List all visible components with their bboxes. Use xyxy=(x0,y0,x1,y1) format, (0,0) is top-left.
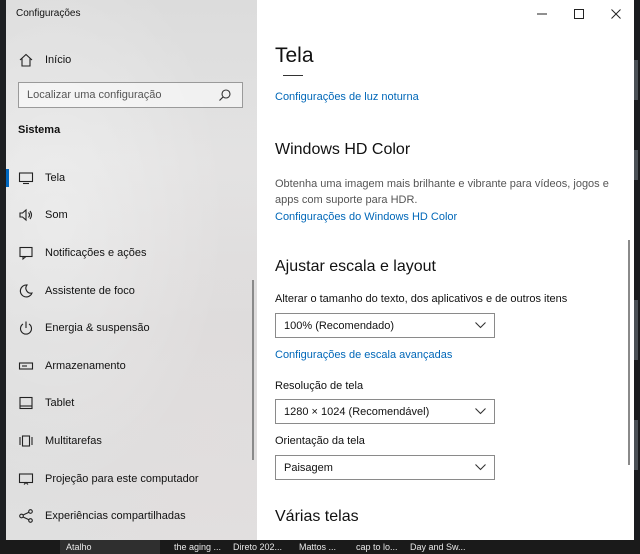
advanced-scaling-link[interactable]: Configurações de escala avançadas xyxy=(275,349,452,361)
sidebar-home[interactable]: Início xyxy=(6,46,257,74)
close-icon xyxy=(610,9,621,19)
multitask-icon xyxy=(18,433,34,449)
section-title: Sistema xyxy=(18,124,61,136)
chevron-down-icon xyxy=(475,464,486,471)
window-title: Configurações xyxy=(16,8,81,19)
resolution-label: Resolução de tela xyxy=(275,380,364,392)
hdr-description: Obtenha uma imagem mais brilhante e vibr… xyxy=(275,178,609,206)
sidebar-item-label: Assistente de foco xyxy=(45,284,135,297)
sidebar-item-tela[interactable]: Tela xyxy=(6,159,257,197)
sidebar-home-label: Início xyxy=(45,54,72,66)
maximize-icon xyxy=(573,9,584,19)
chevron-down-icon xyxy=(475,408,486,415)
search-input[interactable] xyxy=(19,89,214,101)
taskbar-item[interactable]: Direto 202... xyxy=(233,542,282,552)
settings-window: Configurações Início Sistema Tela xyxy=(6,0,634,540)
scale-dropdown[interactable]: 100% (Recomendado) xyxy=(275,313,495,338)
sidebar-item-energia[interactable]: Energia & suspensão xyxy=(6,309,257,347)
taskbar: Atalho the aging ... Direto 202... Matto… xyxy=(0,540,640,554)
window-controls xyxy=(523,0,634,28)
sidebar-item-armazenamento[interactable]: Armazenamento xyxy=(6,347,257,385)
sidebar-item-label: Som xyxy=(45,209,68,222)
page-title: Tela xyxy=(275,44,314,67)
power-icon xyxy=(18,320,34,336)
sidebar-item-multitarefas[interactable]: Multitarefas xyxy=(6,422,257,460)
storage-icon xyxy=(18,358,34,374)
sidebar-item-som[interactable]: Som xyxy=(6,197,257,235)
hdr-settings-link[interactable]: Configurações do Windows HD Color xyxy=(275,211,457,223)
taskbar-item[interactable]: Mattos ... xyxy=(299,542,336,552)
tablet-icon xyxy=(18,395,34,411)
share-icon xyxy=(18,508,34,524)
text-size-label: Alterar o tamanho do texto, dos aplicati… xyxy=(275,293,568,305)
search-box[interactable] xyxy=(18,82,243,108)
sidebar-item-label: Projeção para este computador xyxy=(45,472,199,485)
sidebar-item-label: Multitarefas xyxy=(45,434,102,447)
sidebar-item-projecao[interactable]: Projeção para este computador xyxy=(6,460,257,498)
sidebar-item-experiencias[interactable]: Experiências compartilhadas xyxy=(6,497,257,535)
content-scrollbar[interactable] xyxy=(628,240,630,465)
moon-icon xyxy=(18,283,34,299)
orientation-label: Orientação da tela xyxy=(275,435,365,447)
minimize-icon xyxy=(536,13,547,15)
projection-icon xyxy=(18,471,34,487)
chevron-down-icon xyxy=(475,322,486,329)
main-content: Tela Configurações de luz noturna Window… xyxy=(257,0,634,540)
taskbar-item[interactable]: the aging ... xyxy=(174,542,221,552)
orientation-dropdown-value: Paisagem xyxy=(284,461,333,474)
sidebar-item-label: Energia & suspensão xyxy=(45,322,150,335)
sidebar-item-label: Armazenamento xyxy=(45,359,126,372)
sidebar-item-label: Notificações e ações xyxy=(45,246,147,259)
sidebar-item-label: Tela xyxy=(45,171,66,184)
sidebar-item-tablet[interactable]: Tablet xyxy=(6,385,257,423)
search-icon[interactable] xyxy=(218,88,232,102)
sidebar-item-label: Tablet xyxy=(45,397,75,410)
minimize-button[interactable] xyxy=(523,0,560,28)
title-underline xyxy=(283,75,303,76)
sidebar: Configurações Início Sistema Tela xyxy=(6,0,257,540)
scale-layout-heading: Ajustar escala e layout xyxy=(275,258,436,275)
taskbar-item[interactable]: cap to lo... xyxy=(356,542,398,552)
hdr-heading: Windows HD Color xyxy=(275,141,411,158)
sidebar-scrollbar[interactable] xyxy=(252,280,254,460)
sidebar-item-label: Experiências compartilhadas xyxy=(45,510,186,523)
taskbar-item[interactable]: Day and Sw... xyxy=(410,542,466,552)
sidebar-item-notificacoes[interactable]: Notificações e ações xyxy=(6,234,257,272)
night-light-settings-link[interactable]: Configurações de luz noturna xyxy=(275,91,419,103)
resolution-dropdown[interactable]: 1280 × 1024 (Recomendável) xyxy=(275,399,495,424)
sidebar-nav: Tela Som Notificações e ações Assistente… xyxy=(6,159,257,535)
maximize-button[interactable] xyxy=(560,0,597,28)
multiple-displays-heading: Várias telas xyxy=(275,508,359,525)
resolution-dropdown-value: 1280 × 1024 (Recomendável) xyxy=(284,405,430,418)
scale-dropdown-value: 100% (Recomendado) xyxy=(284,319,395,332)
close-button[interactable] xyxy=(597,0,634,28)
taskbar-item[interactable]: Atalho xyxy=(66,542,92,552)
monitor-icon xyxy=(18,170,34,186)
home-icon xyxy=(19,53,33,67)
orientation-dropdown[interactable]: Paisagem xyxy=(275,455,495,480)
notification-icon xyxy=(18,245,34,261)
speaker-icon xyxy=(18,207,34,223)
sidebar-item-assistente-de-foco[interactable]: Assistente de foco xyxy=(6,272,257,310)
